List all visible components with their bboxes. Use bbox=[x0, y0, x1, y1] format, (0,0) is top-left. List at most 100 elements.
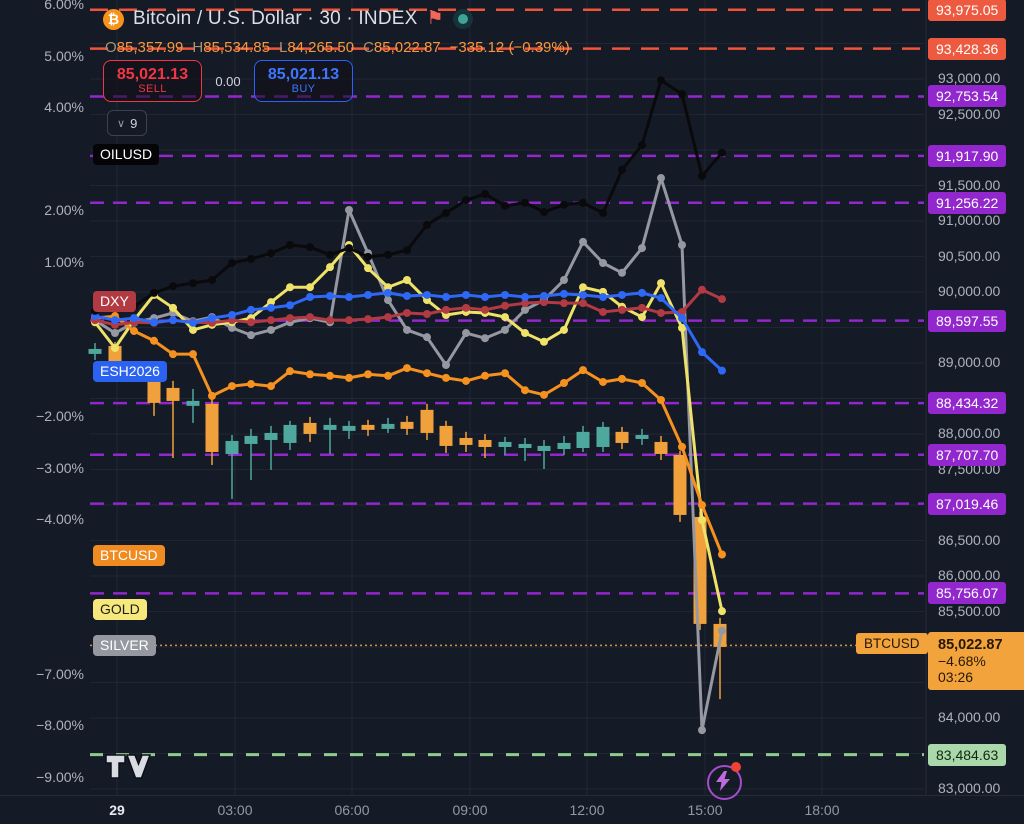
price-axis-tick: 90,500.00 bbox=[938, 248, 1000, 264]
silver-symbol-tag[interactable]: SILVER bbox=[93, 635, 156, 656]
oilusd-marker bbox=[657, 76, 665, 84]
gold-marker bbox=[657, 279, 665, 287]
close-value: 85,022.87 bbox=[374, 39, 441, 56]
candle-body bbox=[89, 349, 102, 354]
esh2026-marker bbox=[189, 319, 197, 327]
silver-marker bbox=[247, 331, 255, 339]
ohlc-row: O85,357.99 H85,534.85 L84,265.50 C85,022… bbox=[105, 39, 570, 56]
oilusd-marker bbox=[579, 199, 587, 207]
esh2026-marker bbox=[130, 314, 138, 322]
oilusd-marker bbox=[599, 209, 607, 217]
tradingview-chart-window: ₿ Bitcoin / U.S. Dollar · 30 · INDEX ⚑ O… bbox=[0, 0, 1024, 824]
gold-symbol-tag[interactable]: GOLD bbox=[93, 599, 147, 620]
price-axis-tick: 88,000.00 bbox=[938, 425, 1000, 441]
close-key: C bbox=[363, 39, 374, 56]
oilusd-marker bbox=[540, 208, 548, 216]
bitcoin-logo-icon: ₿ bbox=[103, 9, 124, 30]
gold-marker bbox=[189, 326, 197, 334]
oilusd-marker bbox=[718, 149, 726, 157]
candle-body bbox=[440, 426, 453, 446]
price-level-label: 87,707.70 bbox=[928, 444, 1006, 466]
candle-body bbox=[226, 441, 239, 454]
btcusd-marker bbox=[169, 350, 177, 358]
lightning-icon bbox=[715, 771, 731, 791]
silver-marker bbox=[423, 333, 431, 341]
buy-button[interactable]: 85,021.13 BUY bbox=[254, 60, 353, 102]
esh2026-marker bbox=[364, 291, 372, 299]
boost-button[interactable] bbox=[705, 762, 743, 800]
chart-pane[interactable] bbox=[0, 0, 1024, 824]
price-level-label: 93,975.05 bbox=[928, 0, 1006, 21]
oilusd-marker bbox=[364, 253, 372, 261]
dxy-marker bbox=[423, 310, 431, 318]
candle-body bbox=[499, 442, 512, 447]
silver-marker bbox=[698, 726, 706, 734]
silver-marker bbox=[384, 296, 392, 304]
dxy-marker bbox=[403, 309, 411, 317]
percent-axis-tick: −8.00% bbox=[4, 717, 84, 733]
oilusd-symbol-tag[interactable]: OILUSD bbox=[93, 144, 159, 165]
time-axis[interactable]: 2903:0006:0009:0012:0015:0018:00 bbox=[0, 795, 1024, 824]
dxy-symbol-tag[interactable]: DXY bbox=[93, 291, 136, 312]
candle-body bbox=[636, 435, 649, 439]
percent-axis-tick: −7.00% bbox=[4, 666, 84, 682]
candle-body bbox=[265, 433, 278, 440]
gold-marker bbox=[579, 283, 587, 291]
esh2026-marker bbox=[501, 291, 509, 299]
oilusd-marker bbox=[228, 259, 236, 267]
btcusd-marker bbox=[521, 386, 529, 394]
esh2026-marker bbox=[111, 316, 119, 324]
candle-body bbox=[167, 388, 180, 401]
sell-button[interactable]: 85,021.13 SELL bbox=[103, 60, 202, 102]
oilusd-marker bbox=[698, 172, 706, 180]
esh2026-marker bbox=[521, 293, 529, 301]
price-axis-tick: 85,500.00 bbox=[938, 603, 1000, 619]
candle-body bbox=[616, 432, 629, 443]
price-axis-tick: 86,000.00 bbox=[938, 567, 1000, 583]
btcusd-marker bbox=[364, 370, 372, 378]
percent-axis-tick: 6.00% bbox=[4, 0, 84, 12]
oilusd-marker bbox=[403, 246, 411, 254]
tradingview-logo[interactable] bbox=[105, 752, 151, 782]
symbol-title[interactable]: Bitcoin / U.S. Dollar · 30 · INDEX bbox=[133, 8, 418, 30]
dxy-marker bbox=[481, 306, 489, 314]
current-price: 85,022.87 bbox=[938, 637, 1024, 653]
btcusd-marker bbox=[698, 501, 706, 509]
current-price-label: 85,022.87 −4.68% 03:26 bbox=[928, 632, 1024, 690]
esh2026-marker bbox=[678, 314, 686, 322]
gold-marker bbox=[638, 313, 646, 321]
low-value: 84,265.50 bbox=[287, 39, 354, 56]
oilusd-marker bbox=[345, 244, 353, 252]
price-level-label: 93,428.36 bbox=[928, 38, 1006, 60]
oilusd-marker bbox=[208, 276, 216, 284]
candle-body bbox=[421, 410, 434, 433]
oilusd-marker bbox=[638, 141, 646, 149]
flag-icon[interactable]: ⚑ bbox=[427, 9, 444, 29]
oilusd-marker bbox=[442, 209, 450, 217]
oilusd-marker bbox=[618, 166, 626, 174]
candle-body bbox=[597, 427, 610, 447]
esh2026-symbol-tag[interactable]: ESH2026 bbox=[93, 361, 167, 382]
btcusd-symbol-tag[interactable]: BTCUSD bbox=[93, 545, 165, 566]
gold-marker bbox=[403, 276, 411, 284]
current-change: −4.68% bbox=[938, 653, 1024, 669]
silver-marker bbox=[560, 276, 568, 284]
price-level-label: 91,256.22 bbox=[928, 192, 1006, 214]
buy-label: BUY bbox=[292, 83, 316, 96]
sell-label: SELL bbox=[138, 83, 167, 96]
percent-axis[interactable]: 6.00%5.00%4.00%2.00%1.00%−2.00%−3.00%−4.… bbox=[0, 0, 86, 795]
esh2026-marker bbox=[462, 291, 470, 299]
dxy-marker bbox=[698, 286, 706, 294]
btcusd-marker bbox=[638, 379, 646, 387]
candle-body bbox=[674, 455, 687, 515]
dxy-marker bbox=[364, 315, 372, 323]
candle-body bbox=[148, 380, 161, 403]
silver-marker bbox=[462, 329, 470, 337]
price-level-label: 83,484.63 bbox=[928, 744, 1006, 766]
esh2026-marker bbox=[208, 314, 216, 322]
silver-marker bbox=[599, 259, 607, 267]
interval-dropdown[interactable]: ∨ 9 bbox=[107, 110, 147, 136]
percent-axis-tick: 1.00% bbox=[4, 254, 84, 270]
price-axis-tick: 93,000.00 bbox=[938, 70, 1000, 86]
spread-value: 0.00 bbox=[202, 74, 254, 89]
